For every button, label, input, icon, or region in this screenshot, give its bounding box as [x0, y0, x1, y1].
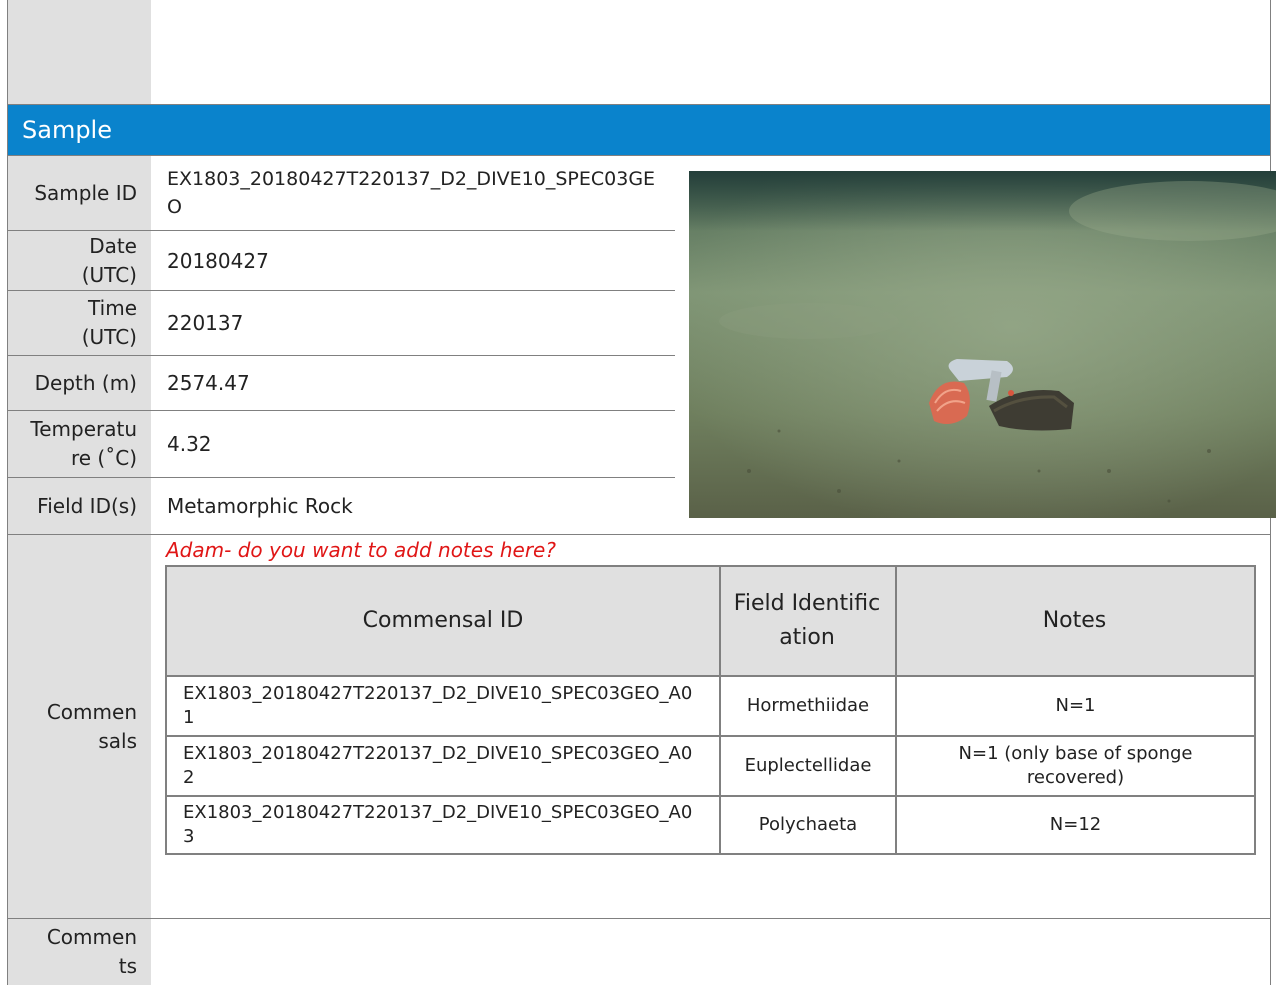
col-header-field-identification: Field Identification	[719, 567, 895, 675]
field-value-time: 220137	[167, 311, 244, 335]
field-value-field-ids: Metamorphic Rock	[167, 494, 353, 518]
table-row: EX1803_20180427T220137_D2_DIVE10_SPEC03G…	[183, 802, 693, 847]
col-header-commensal-id: Commensal ID	[167, 567, 719, 675]
seafloor-photo-icon	[689, 171, 1276, 518]
table-row: EX1803_20180427T220137_D2_DIVE10_SPEC03G…	[183, 743, 693, 788]
field-label-sample-id: Sample ID	[34, 180, 137, 205]
table-cell-field-id: Polychaeta	[758, 814, 858, 835]
specimen-photo	[689, 171, 1276, 518]
field-value-comments	[151, 919, 675, 985]
field-label-depth: Depth (m)	[34, 370, 137, 395]
field-value-date: 20180427	[167, 248, 269, 273]
table-cell-notes: N=1 (only base of sponge recovered)	[958, 743, 1193, 788]
field-label-time: Time (UTC)	[81, 296, 137, 349]
top-empty-row	[151, 0, 1271, 104]
table-cell-field-id: Euplectellidae	[744, 755, 872, 776]
field-value-temperature: 4.32	[167, 432, 212, 456]
field-label-field-ids: Field ID(s)	[37, 493, 137, 518]
col-header-notes: Notes	[895, 567, 1254, 675]
table-row: EX1803_20180427T220137_D2_DIVE10_SPEC03G…	[183, 683, 693, 728]
row-divider	[7, 534, 1271, 535]
table-cell-notes: N=1	[1055, 695, 1096, 716]
section-header-sample: Sample	[8, 105, 1270, 155]
commensals-table: Commensal ID Field Identification Notes …	[165, 565, 1256, 855]
field-label-commensals: Commensals	[46, 699, 137, 753]
field-label-comments: Comments	[46, 925, 137, 978]
field-label-date: Date (UTC)	[81, 233, 137, 287]
section-title: Sample	[22, 116, 112, 144]
commensals-note: Adam- do you want to add notes here?	[166, 538, 556, 562]
field-value-depth: 2574.47	[167, 371, 250, 395]
field-value-sample-id: EX1803_20180427T220137_D2_DIVE10_SPEC03G…	[167, 168, 656, 218]
table-cell-field-id: Hormethiidae	[746, 695, 870, 716]
field-label-temperature: Temperature (˚C)	[30, 417, 137, 470]
table-cell-notes: N=12	[1049, 814, 1102, 835]
